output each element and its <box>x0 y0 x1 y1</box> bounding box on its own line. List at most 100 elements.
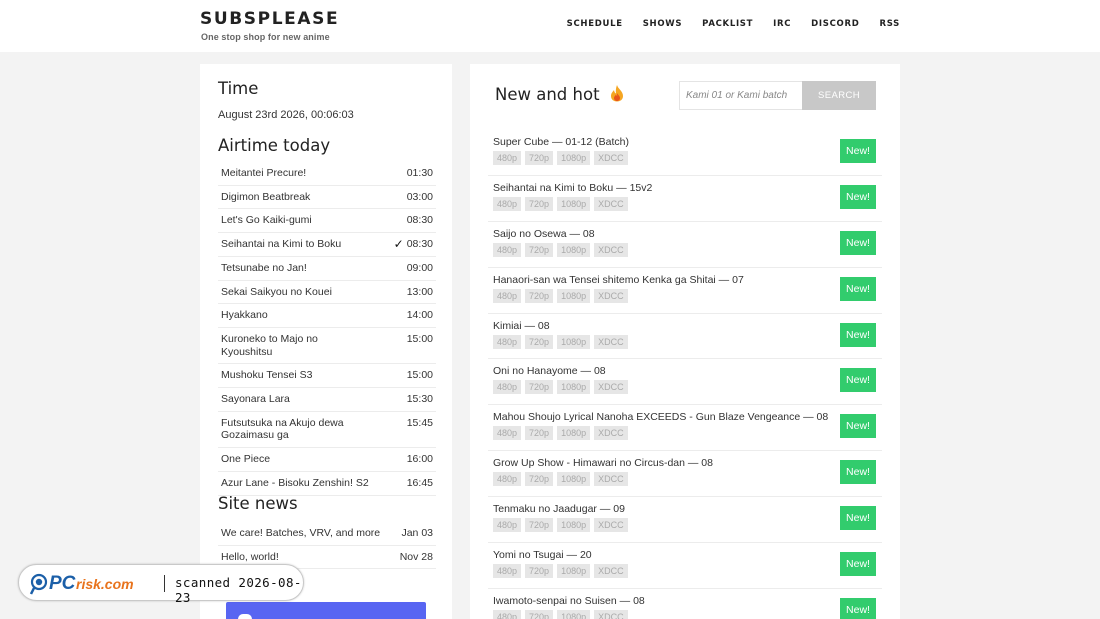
search-input[interactable] <box>679 81 803 110</box>
quality-link-1080p[interactable]: 1080p <box>557 472 591 487</box>
airtime-row[interactable]: Let's Go Kaiki-gumi 08:30 <box>218 209 436 234</box>
airtime-row[interactable]: Futsutsuka na Akujo dewa Gozaimasu ga 15:… <box>218 412 436 449</box>
release-title[interactable]: Hanaori-san wa Tensei shitemo Kenka ga S… <box>493 274 744 286</box>
quality-link-xdcc[interactable]: XDCC <box>594 380 628 395</box>
nav-discord[interactable]: DISCORD <box>811 19 859 29</box>
search-button[interactable]: SEARCH <box>802 81 876 110</box>
airtime-row[interactable]: Hyakkano 14:00 <box>218 304 436 328</box>
release-title[interactable]: Yomi no Tsugai — 20 <box>493 549 592 561</box>
quality-link-720p[interactable]: 720p <box>525 334 554 349</box>
release-title[interactable]: Super Cube — 01-12 (Batch) <box>493 136 629 148</box>
release-title[interactable]: Mahou Shoujo Lyrical Nanoha EXCEEDS - Gu… <box>493 411 828 423</box>
nav-shows[interactable]: SHOWS <box>643 19 682 29</box>
airtime-show-name: Sayonara Lara <box>221 393 290 406</box>
release-title[interactable]: Saijo no Osewa — 08 <box>493 228 595 240</box>
quality-link-480p[interactable]: 480p <box>493 472 522 487</box>
quality-link-xdcc[interactable]: XDCC <box>594 564 628 579</box>
nav-schedule[interactable]: SCHEDULE <box>567 19 623 29</box>
airtime-row[interactable]: Digimon Beatbreak 03:00 <box>218 186 436 210</box>
quality-link-xdcc[interactable]: XDCC <box>594 242 628 257</box>
release-title[interactable]: Seihantai na Kimi to Boku — 15v2 <box>493 182 652 194</box>
news-title[interactable]: We care! Batches, VRV, and more <box>221 527 380 540</box>
quality-link-xdcc[interactable]: XDCC <box>594 288 628 303</box>
quality-link-480p[interactable]: 480p <box>493 151 522 165</box>
news-title[interactable]: Hello, world! <box>221 551 279 564</box>
quality-link-1080p[interactable]: 1080p <box>557 564 591 579</box>
release-title[interactable]: Iwamoto-senpai no Suisen — 08 <box>493 595 645 607</box>
nav-packlist[interactable]: PACKLIST <box>702 19 753 29</box>
release-title[interactable]: Kimiai — 08 <box>493 320 550 332</box>
airtime-show-name: Seihantai na Kimi to Boku <box>221 238 342 251</box>
quality-link-480p[interactable]: 480p <box>493 564 522 579</box>
quality-link-720p[interactable]: 720p <box>525 151 554 165</box>
airtime-show-name: Kuroneko to Majo no Kyoushitsu <box>221 332 318 358</box>
release-title[interactable]: Grow Up Show - Himawari no Circus-dan — … <box>493 457 713 469</box>
site-tagline: One stop shop for new anime <box>201 32 330 42</box>
quality-link-xdcc[interactable]: XDCC <box>594 609 628 619</box>
release-row: Seihantai na Kimi to Boku — 15v2 480p 720p… <box>488 176 882 222</box>
news-list: We care! Batches, VRV, and more Jan 03 Hel… <box>218 522 436 570</box>
quality-link-xdcc[interactable]: XDCC <box>594 426 628 441</box>
quality-link-480p[interactable]: 480p <box>493 288 522 303</box>
site-logo-title[interactable]: SUBSPLEASE <box>200 9 339 29</box>
quality-link-720p[interactable]: 720p <box>525 288 554 303</box>
quality-link-480p[interactable]: 480p <box>493 609 522 619</box>
quality-link-1080p[interactable]: 1080p <box>557 609 591 619</box>
release-row: Kimiai — 08 480p 720p 1080p XDCC New! <box>488 314 882 360</box>
quality-link-1080p[interactable]: 1080p <box>557 518 591 533</box>
airtime-row[interactable]: Tetsunabe no Jan! 09:00 <box>218 257 436 281</box>
quality-links: 480p 720p 1080p XDCC <box>493 518 628 533</box>
quality-link-xdcc[interactable]: XDCC <box>594 196 628 211</box>
quality-link-1080p[interactable]: 1080p <box>557 151 591 165</box>
quality-link-480p[interactable]: 480p <box>493 518 522 533</box>
quality-link-720p[interactable]: 720p <box>525 380 554 395</box>
airtime-heading: Airtime today <box>218 136 331 155</box>
release-title[interactable]: Tenmaku no Jaadugar — 09 <box>493 503 625 515</box>
quality-link-720p[interactable]: 720p <box>525 564 554 579</box>
release-row: Grow Up Show - Himawari no Circus-dan — … <box>488 451 882 498</box>
release-row: Mahou Shoujo Lyrical Nanoha EXCEEDS - Gu… <box>488 405 882 452</box>
quality-link-480p[interactable]: 480p <box>493 196 522 211</box>
quality-link-1080p[interactable]: 1080p <box>557 196 591 211</box>
quality-link-480p[interactable]: 480p <box>493 334 522 349</box>
airtime-time: 16:45 <box>406 476 433 489</box>
airtime-row[interactable]: Mushoku Tensei S3 15:00 <box>218 364 436 389</box>
nav-irc[interactable]: IRC <box>773 19 791 29</box>
quality-link-xdcc[interactable]: XDCC <box>594 334 628 349</box>
news-row[interactable]: We care! Batches, VRV, and more Jan 03 <box>218 522 436 546</box>
airtime-row[interactable]: Seihantai na Kimi to Boku ✓ 08:30 <box>218 233 436 257</box>
quality-link-720p[interactable]: 720p <box>525 196 554 211</box>
airtime-row[interactable]: Sekai Saikyou no Kouei 13:00 <box>218 281 436 305</box>
airtime-row[interactable]: Azur Lane - Bisoku Zenshin! S2 16:45 <box>218 472 436 496</box>
nav-rss[interactable]: RSS <box>879 19 900 29</box>
quality-link-720p[interactable]: 720p <box>525 426 554 441</box>
quality-link-1080p[interactable]: 1080p <box>557 380 591 395</box>
quality-link-1080p[interactable]: 1080p <box>557 334 591 349</box>
quality-link-1080p[interactable]: 1080p <box>557 288 591 303</box>
quality-link-1080p[interactable]: 1080p <box>557 426 591 441</box>
quality-link-480p[interactable]: 480p <box>493 242 522 257</box>
news-date: Nov 28 <box>399 550 433 563</box>
quality-link-xdcc[interactable]: XDCC <box>594 151 628 165</box>
airtime-show-name: Sekai Saikyou no Kouei <box>221 285 332 298</box>
quality-link-720p[interactable]: 720p <box>525 609 554 619</box>
new-and-hot-heading: New and hot <box>495 84 625 106</box>
quality-link-720p[interactable]: 720p <box>525 242 554 257</box>
quality-link-480p[interactable]: 480p <box>493 380 522 395</box>
current-time: August 23rd 2026, 00:06:03 <box>218 109 354 121</box>
airtime-row[interactable]: Kuroneko to Majo no Kyoushitsu 15:00 <box>218 328 436 365</box>
airtime-row[interactable]: Meitantei Precure! 01:30 <box>218 162 436 186</box>
release-title[interactable]: Oni no Hanayome — 08 <box>493 365 606 377</box>
airtime-time: 15:45 <box>406 416 433 429</box>
quality-link-xdcc[interactable]: XDCC <box>594 472 628 487</box>
quality-link-720p[interactable]: 720p <box>525 472 554 487</box>
quality-link-720p[interactable]: 720p <box>525 518 554 533</box>
quality-link-1080p[interactable]: 1080p <box>557 242 591 257</box>
news-date: Jan 03 <box>401 527 433 539</box>
airtime-right: 16:00 <box>407 453 433 466</box>
airtime-row[interactable]: Sayonara Lara 15:30 <box>218 388 436 412</box>
quality-link-480p[interactable]: 480p <box>493 426 522 441</box>
airtime-time: 14:00 <box>406 309 433 322</box>
airtime-row[interactable]: One Piece 16:00 <box>218 448 436 472</box>
quality-link-xdcc[interactable]: XDCC <box>594 518 628 533</box>
